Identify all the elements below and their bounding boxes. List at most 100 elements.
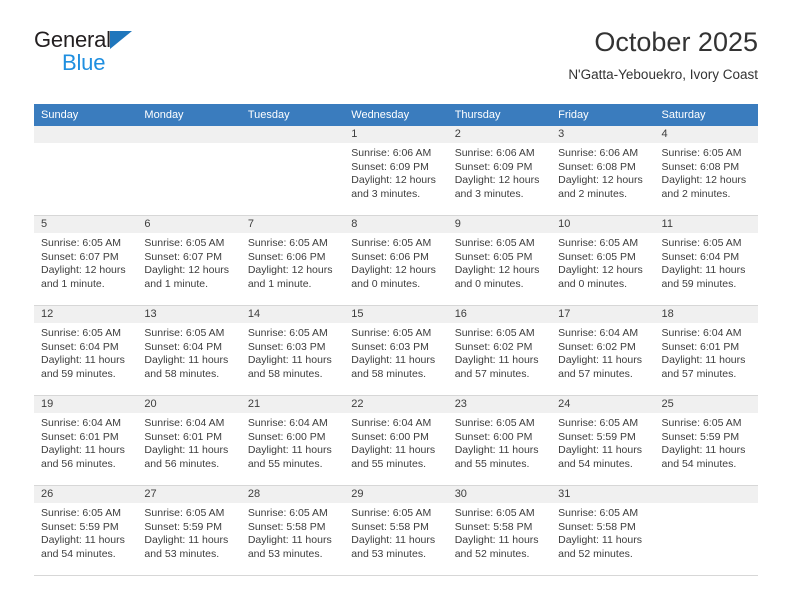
daylight-duration-line2: and 57 minutes. [661,367,737,380]
calendar-day-cell[interactable]: 30 Sunrise: 6:05 AM Sunset: 5:58 PM Dayligh… [447,485,552,576]
calendar-day-cell[interactable]: 27 Sunrise: 6:05 AM Sunset: 5:59 PM Dayligh… [137,485,241,576]
calendar-day-cell[interactable]: 16 Sunrise: 6:05 AM Sunset: 6:02 PM Dayligh… [447,305,552,396]
sunrise-time: Sunrise: 6:06 AM [558,147,639,159]
day-cell: 4 Sunrise: 6:05 AM Sunset: 6:08 PM Daylight… [654,126,758,215]
calendar-day-cell[interactable]: 12 Sunrise: 6:05 AM Sunset: 6:04 PM Dayligh… [34,305,138,396]
calendar-day-cell[interactable]: 18 Sunrise: 6:04 AM Sunset: 6:01 PM Dayligh… [654,305,758,396]
calendar-day-cell[interactable]: 31 Sunrise: 6:05 AM Sunset: 5:58 PM Dayligh… [551,485,655,576]
daylight-duration-line1: Daylight: 12 hours [558,174,643,187]
calendar-day-cell[interactable]: 19 Sunrise: 6:04 AM Sunset: 6:01 PM Dayligh… [34,395,138,486]
day-details: Sunrise: 6:05 AM Sunset: 5:59 PM Daylight:… [137,503,240,561]
sunset-time: Sunset: 6:04 PM [41,340,119,353]
calendar-day-cell[interactable]: 23 Sunrise: 6:05 AM Sunset: 6:00 PM Dayligh… [447,395,552,486]
calendar-day-cell[interactable]: 5 Sunrise: 6:05 AM Sunset: 6:07 PM Daylight… [34,215,138,306]
daylight-duration-line1: Daylight: 12 hours [558,264,643,277]
daylight-duration-line1: Daylight: 11 hours [247,444,332,457]
daylight-duration-line2: and 58 minutes. [144,367,220,380]
calendar-day-cell[interactable]: 7 Sunrise: 6:05 AM Sunset: 6:06 PM Daylight… [240,215,345,306]
calendar-day-cell[interactable] [240,126,345,216]
day-number: 16 [447,306,552,323]
day-details: Sunrise: 6:06 AM Sunset: 6:09 PM Daylight:… [344,143,447,201]
daylight-duration-line1: Daylight: 11 hours [247,354,332,367]
calendar-day-cell[interactable]: 6 Sunrise: 6:05 AM Sunset: 6:07 PM Daylight… [137,215,241,306]
calendar-day-cell[interactable]: 25 Sunrise: 6:05 AM Sunset: 5:59 PM Dayligh… [654,395,758,486]
day-cell: 18 Sunrise: 6:04 AM Sunset: 6:01 PM Dayligh… [654,306,758,395]
sunset-time: Sunset: 6:08 PM [661,160,740,173]
calendar-day-cell[interactable]: 9 Sunrise: 6:05 AM Sunset: 6:05 PM Daylight… [447,215,552,306]
day-details: Sunrise: 6:05 AM Sunset: 6:07 PM Daylight:… [137,233,240,291]
calendar-day-cell[interactable]: 14 Sunrise: 6:05 AM Sunset: 6:03 PM Dayligh… [240,305,345,396]
sunrise-time: Sunrise: 6:05 AM [454,507,535,519]
calendar-day-cell[interactable]: 4 Sunrise: 6:05 AM Sunset: 6:08 PM Daylight… [654,126,758,216]
calendar-day-cell[interactable]: 26 Sunrise: 6:05 AM Sunset: 5:59 PM Dayligh… [34,485,138,576]
day-number: 12 [34,306,138,323]
day-number: 6 [137,216,241,233]
daylight-duration-line2: and 1 minute. [247,277,312,290]
page-header: General Blue October 2025 N'Gatta-Yeboue… [34,27,758,96]
calendar-day-cell[interactable]: 22 Sunrise: 6:04 AM Sunset: 6:00 PM Dayligh… [344,395,448,486]
day-details: Sunrise: 6:05 AM Sunset: 5:59 PM Daylight:… [551,413,654,471]
calendar-day-cell[interactable] [654,485,758,576]
day-details: Sunrise: 6:04 AM Sunset: 6:02 PM Daylight:… [551,323,654,381]
calendar-day-cell[interactable]: 17 Sunrise: 6:04 AM Sunset: 6:02 PM Dayligh… [551,305,655,396]
day-number [240,126,345,143]
daylight-duration-line1: Daylight: 11 hours [454,354,539,367]
daylight-duration-line1: Daylight: 11 hours [351,444,436,457]
daylight-duration-line1: Daylight: 11 hours [247,534,332,547]
day-cell: 6 Sunrise: 6:05 AM Sunset: 6:07 PM Daylight… [137,216,241,305]
calendar-day-cell[interactable]: 3 Sunrise: 6:06 AM Sunset: 6:08 PM Daylight… [551,126,655,216]
general-blue-logo: General Blue [34,28,274,75]
daylight-duration-line2: and 3 minutes. [454,187,524,200]
weekday-header-friday: Friday [551,104,655,126]
day-details: Sunrise: 6:05 AM Sunset: 6:05 PM Daylight:… [448,233,551,291]
sunset-time: Sunset: 6:06 PM [247,250,326,263]
day-cell: 23 Sunrise: 6:05 AM Sunset: 6:00 PM Dayligh… [447,396,552,485]
daylight-duration-line1: Daylight: 11 hours [558,534,642,547]
calendar-day-cell[interactable]: 20 Sunrise: 6:04 AM Sunset: 6:01 PM Dayligh… [137,395,241,486]
sunset-time: Sunset: 6:00 PM [247,430,326,443]
day-cell: 10 Sunrise: 6:05 AM Sunset: 6:05 PM Dayligh… [551,216,655,305]
weekday-header-tuesday: Tuesday [240,104,345,126]
day-number: 15 [344,306,448,323]
sunrise-time: Sunrise: 6:06 AM [351,147,432,159]
day-number [137,126,241,143]
calendar-day-cell[interactable]: 1 Sunrise: 6:06 AM Sunset: 6:09 PM Daylight… [344,126,448,216]
calendar-day-cell[interactable] [137,126,241,216]
calendar-day-cell[interactable]: 29 Sunrise: 6:05 AM Sunset: 5:58 PM Dayligh… [344,485,448,576]
calendar-day-cell[interactable] [34,126,138,216]
calendar-table: Sunday Monday Tuesday Wednesday Thursday… [34,104,758,576]
sunrise-time: Sunrise: 6:05 AM [454,327,535,339]
day-number: 2 [447,126,552,143]
sunrise-time: Sunrise: 6:06 AM [454,147,535,159]
day-details: Sunrise: 6:05 AM Sunset: 6:07 PM Daylight:… [34,233,137,291]
daylight-duration-line1: Daylight: 12 hours [144,264,230,277]
day-details: Sunrise: 6:05 AM Sunset: 6:05 PM Daylight:… [551,233,654,291]
daylight-duration-line2: and 56 minutes. [144,457,220,470]
day-cell: 29 Sunrise: 6:05 AM Sunset: 5:58 PM Dayligh… [344,486,448,575]
daylight-duration-line1: Daylight: 11 hours [661,354,746,367]
day-details: Sunrise: 6:05 AM Sunset: 6:04 PM Daylight:… [34,323,137,381]
sunrise-time: Sunrise: 6:05 AM [247,507,328,519]
calendar-day-cell[interactable]: 15 Sunrise: 6:05 AM Sunset: 6:03 PM Dayligh… [344,305,448,396]
sunrise-time: Sunrise: 6:05 AM [247,327,328,339]
calendar-day-cell[interactable]: 2 Sunrise: 6:06 AM Sunset: 6:09 PM Daylight… [447,126,552,216]
daylight-duration-line2: and 56 minutes. [41,457,116,470]
calendar-day-cell[interactable]: 24 Sunrise: 6:05 AM Sunset: 5:59 PM Dayligh… [551,395,655,486]
sunrise-time: Sunrise: 6:05 AM [558,507,639,519]
calendar-day-cell[interactable]: 10 Sunrise: 6:05 AM Sunset: 6:05 PM Dayligh… [551,215,655,306]
daylight-duration-line2: and 53 minutes. [247,547,323,560]
calendar-day-cell[interactable]: 21 Sunrise: 6:04 AM Sunset: 6:00 PM Dayligh… [240,395,345,486]
calendar-day-cell[interactable]: 13 Sunrise: 6:05 AM Sunset: 6:04 PM Dayligh… [137,305,241,396]
calendar-day-cell[interactable]: 8 Sunrise: 6:05 AM Sunset: 6:06 PM Daylight… [344,215,448,306]
daylight-duration-line2: and 0 minutes. [558,277,627,290]
day-details: Sunrise: 6:05 AM Sunset: 6:06 PM Daylight:… [344,233,447,291]
sunset-time: Sunset: 6:00 PM [454,430,533,443]
daylight-duration-line1: Daylight: 11 hours [351,354,436,367]
day-number: 14 [240,306,345,323]
calendar-day-cell[interactable]: 11 Sunrise: 6:05 AM Sunset: 6:04 PM Dayligh… [654,215,758,306]
daylight-duration-line2: and 3 minutes. [351,187,421,200]
page-title: October 2025 [594,27,758,57]
sunrise-time: Sunrise: 6:04 AM [144,417,225,429]
daylight-duration-line2: and 2 minutes. [661,187,731,200]
calendar-day-cell[interactable]: 28 Sunrise: 6:05 AM Sunset: 5:58 PM Dayligh… [240,485,345,576]
